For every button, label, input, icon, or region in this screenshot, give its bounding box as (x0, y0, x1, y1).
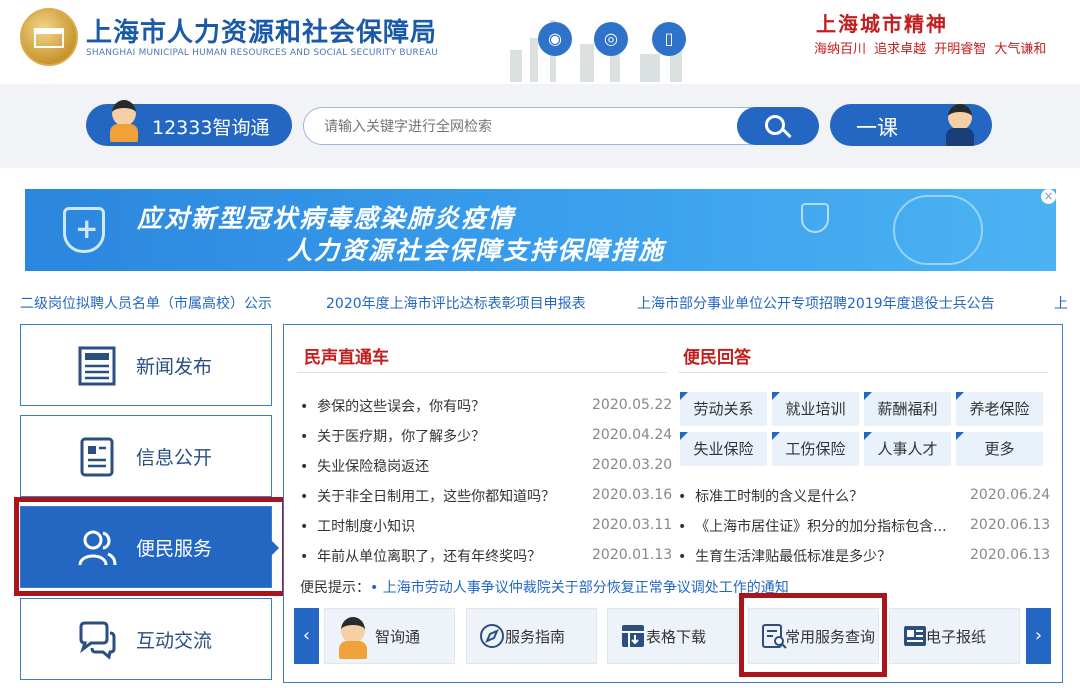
section-divider (297, 372, 667, 373)
tag-salary-welfare[interactable]: 薪酬福利 (864, 392, 951, 426)
section-divider (678, 372, 1048, 373)
nav-item-info[interactable]: 信息公开 (20, 415, 272, 497)
yike-label: 一课 (856, 116, 898, 140)
document-icon (80, 437, 114, 477)
yike-button[interactable]: 一课 (830, 104, 992, 146)
answer-title: 《上海市居住证》积分的加分指标包含... (695, 519, 947, 535)
highlight-box (739, 593, 887, 677)
news-date: 2020.05.22 (592, 397, 673, 413)
highlight-box (14, 497, 287, 596)
wechat-icon[interactable]: ◎ (594, 22, 628, 56)
newspaper-icon (904, 626, 926, 646)
search-button[interactable] (737, 107, 819, 145)
tag-more[interactable]: 更多 (956, 432, 1043, 466)
tip-link[interactable]: • 上海市劳动人事争议仲裁院关于部分恢复正常争议调处工作的通知 (370, 580, 789, 596)
avatar-icon (333, 611, 373, 659)
answer-title: 生育生活津贴最低标准是多少？ (695, 549, 892, 565)
list-item[interactable]: • 失业保险稳岗返还 (300, 456, 429, 476)
list-item[interactable]: • 关于非全日制用工，这些你都知道吗？ (300, 486, 555, 506)
newspaper-icon (78, 346, 116, 386)
tool-label: 智询通 (375, 628, 421, 646)
news-title: 失业保险稳岗返还 (317, 459, 430, 475)
tag-employment-training[interactable]: 就业培训 (772, 392, 859, 426)
answer-title: 标准工时制的含义是什么？ (695, 489, 864, 505)
epidemic-banner[interactable]: 应对新型冠状病毒感染肺炎疫情 人力资源社会保障支持保障措施 (25, 189, 1056, 271)
lungs-icon (893, 195, 983, 265)
zhixun-button[interactable]: 12333智询通 (86, 100, 292, 146)
city-spirit-title: 上海城市精神 (816, 12, 948, 36)
search-icon (765, 115, 785, 135)
list-item[interactable]: • 关于医疗期，你了解多少？ (300, 426, 485, 446)
nav-item-interaction[interactable]: 互动交流 (20, 598, 272, 680)
nav-label: 信息公开 (136, 447, 213, 469)
emblem-logo-icon[interactable] (20, 8, 78, 66)
tip-label: 便民提示： (300, 580, 370, 596)
site-header: 上海市人力资源和社会保障局 SHANGHAI MUNICIPAL HUMAN R… (0, 0, 1080, 84)
table-download-icon (622, 625, 644, 647)
chat-bubbles-icon (79, 621, 116, 660)
service-tip: 便民提示：• 上海市劳动人事争议仲裁院关于部分恢复正常争议调处工作的通知 (300, 577, 789, 597)
nav-label: 新闻发布 (136, 356, 213, 378)
next-arrow-button[interactable]: › (1026, 608, 1051, 664)
news-title: 关于医疗期，你了解多少？ (317, 429, 486, 445)
news-date: 2020.03.16 (592, 487, 673, 503)
tool-e-newspaper[interactable]: 电子报纸 (889, 608, 1020, 664)
news-ticker: 二级岗位拟聘人员名单（市属高校）公示 2020年度上海市评比达标表彰项目申报表 … (0, 293, 1080, 315)
news-date: 2020.03.20 (592, 457, 673, 473)
list-item[interactable]: • 参保的这些误会，你有吗？ (300, 396, 485, 416)
section-title-bianmin[interactable]: 便民回答 (683, 343, 751, 368)
tool-label: 电子报纸 (926, 628, 987, 646)
nav-label: 互动交流 (136, 630, 213, 652)
search-input[interactable] (324, 116, 724, 136)
tool-zhixun[interactable]: 智询通 (324, 608, 455, 664)
site-subtitle: SHANGHAI MUNICIPAL HUMAN RESOURCES AND S… (86, 48, 439, 58)
answer-date: 2020.06.13 (970, 517, 1051, 533)
tag-unemployment-insurance[interactable]: 失业保险 (680, 432, 767, 466)
ticker-item[interactable]: 上海市部分事业单位公开专项招聘2019年度退役士兵公告 (637, 293, 995, 313)
list-item[interactable]: • 标准工时制的含义是什么？ (678, 486, 863, 506)
news-title: 年前从单位离职了，还有年终奖吗？ (317, 549, 542, 565)
banner-line-1: 应对新型冠状病毒感染肺炎疫情 (137, 204, 516, 233)
tag-pension-insurance[interactable]: 养老保险 (956, 392, 1043, 426)
tag-injury-insurance[interactable]: 工伤保险 (772, 432, 859, 466)
tool-service-guide[interactable]: 服务指南 (466, 608, 597, 664)
news-date: 2020.03.11 (592, 517, 673, 533)
assistant-avatar-icon (104, 94, 144, 142)
section-title-minsheng[interactable]: 民声直通车 (304, 343, 389, 368)
teacher-avatar-icon (940, 98, 980, 146)
close-icon[interactable]: × (1041, 189, 1056, 204)
weibo-icon[interactable]: ◉ (538, 22, 572, 56)
tag-personnel-talent[interactable]: 人事人才 (864, 432, 951, 466)
answer-date: 2020.06.13 (970, 547, 1051, 563)
tool-label: 表格下载 (646, 628, 707, 646)
site-title[interactable]: 上海市人力资源和社会保障局 (86, 12, 437, 49)
news-title: 工时制度小知识 (317, 519, 416, 535)
city-spirit-words: 海纳百川 追求卓越 开明睿智 大气谦和 (814, 42, 1047, 57)
banner-line-2: 人力资源社会保障支持保障措施 (287, 236, 666, 265)
news-title: 关于非全日制用工，这些你都知道吗？ (317, 489, 556, 505)
mobile-icon[interactable]: ▯ (652, 22, 686, 56)
news-date: 2020.01.13 (592, 547, 673, 563)
nav-item-news[interactable]: 新闻发布 (20, 324, 272, 406)
tool-label: 服务指南 (505, 628, 566, 646)
tag-labor-relations[interactable]: 劳动关系 (680, 392, 767, 426)
prev-arrow-button[interactable]: ‹ (294, 608, 319, 664)
tool-form-download[interactable]: 表格下载 (607, 608, 738, 664)
answer-date: 2020.06.24 (970, 487, 1051, 503)
list-item[interactable]: • 年前从单位离职了，还有年终奖吗？ (300, 546, 541, 566)
shield-outline-icon (801, 203, 829, 233)
list-item[interactable]: • 《上海市居住证》积分的加分指标包含... (678, 516, 947, 536)
list-item[interactable]: • 生育生活津贴最低标准是多少？ (678, 546, 891, 566)
ticker-item[interactable]: 上 (1054, 293, 1068, 313)
compass-icon (480, 624, 504, 648)
zhixun-label: 12333智询通 (152, 117, 270, 139)
list-item[interactable]: • 工时制度小知识 (300, 516, 415, 536)
shield-icon (63, 207, 105, 253)
news-date: 2020.04.24 (592, 427, 673, 443)
ticker-item[interactable]: 2020年度上海市评比达标表彰项目申报表 (326, 293, 586, 313)
ticker-item[interactable]: 二级岗位拟聘人员名单（市属高校）公示 (20, 293, 272, 313)
news-title: 参保的这些误会，你有吗？ (317, 399, 486, 415)
